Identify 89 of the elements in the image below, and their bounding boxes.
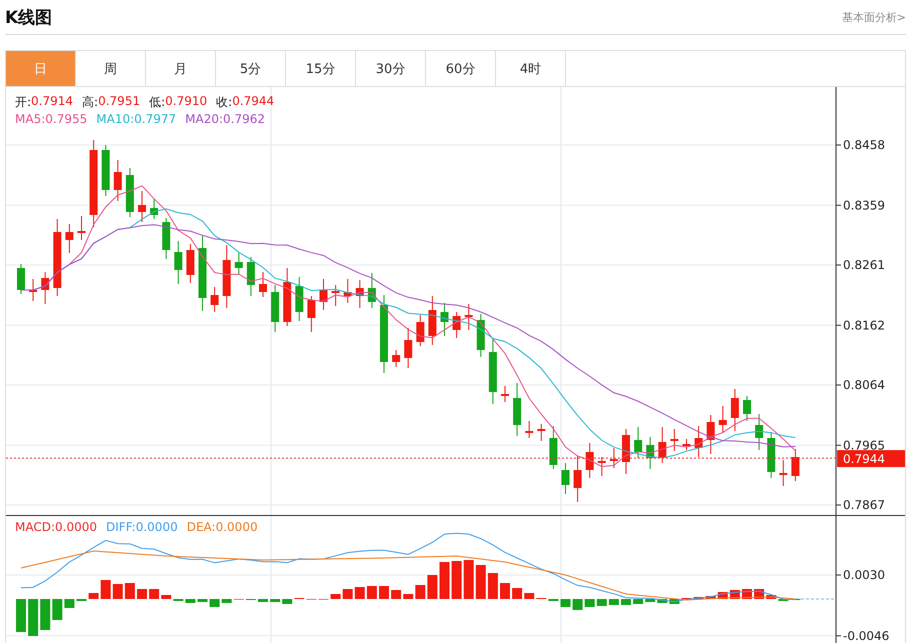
macd-bar: [124, 583, 135, 599]
price-tick-label: 0.7867: [843, 498, 885, 512]
macd-bar: [608, 599, 619, 605]
macd-bar: [476, 565, 486, 599]
price-tick-label: 0.8064: [843, 378, 885, 392]
tick-mark: [836, 144, 842, 146]
macd-bar: [669, 599, 680, 604]
price-tick-label: 0.7965: [843, 438, 885, 452]
macd-bar: [28, 599, 38, 636]
page-title: K线图: [5, 6, 52, 28]
price-tick-label: 0.8261: [843, 258, 885, 272]
legend-value: 0.7962: [223, 112, 265, 126]
macd-bar: [270, 599, 280, 602]
tick-mark: [836, 324, 842, 326]
macd-bar: [415, 585, 426, 599]
macd-bar: [112, 584, 123, 599]
legend-value: 0.0000: [136, 520, 178, 534]
macd-bar: [560, 599, 570, 607]
price-tick-label: 0.8458: [843, 138, 885, 152]
macd-bar: [282, 599, 292, 604]
legend-value: 0.7977: [134, 112, 176, 126]
macd-bar: [464, 560, 474, 599]
macd-bar: [210, 599, 220, 607]
legend-label: 高:: [82, 94, 98, 111]
legend-value: 0.7955: [45, 112, 88, 126]
macd-bar: [766, 595, 776, 599]
macd-bar: [427, 575, 438, 599]
macd-bar: [198, 599, 208, 602]
legend-label: MA5:: [15, 112, 46, 126]
legend-label: DEA:: [186, 520, 216, 534]
price-tick-label: 0.8359: [843, 198, 885, 212]
macd-bar: [379, 586, 389, 599]
macd-tick-label: -0.0046: [843, 628, 890, 643]
legend-value: 0.7944: [232, 94, 274, 110]
macd-bar: [137, 589, 147, 599]
macd-bar: [596, 599, 607, 606]
legend-label: 收:: [216, 94, 232, 111]
macd-bar: [633, 599, 644, 604]
macd-bar: [100, 580, 111, 599]
macd-bar: [391, 590, 402, 599]
macd-bar: [706, 596, 716, 599]
macd-bar: [88, 593, 99, 599]
macd-bar: [657, 599, 668, 603]
legend-value: 0.0000: [216, 520, 258, 534]
macd-bar: [40, 599, 50, 630]
macd-bar: [572, 599, 583, 610]
macd-bar: [330, 594, 341, 599]
macd-bar: [258, 599, 268, 602]
fundamental-analysis-link[interactable]: 基本面分析>: [842, 10, 906, 24]
macd-bar: [512, 588, 522, 599]
macd-bar: [52, 599, 62, 620]
legend-label: 开:: [15, 94, 32, 111]
macd-bar: [64, 599, 74, 608]
macd-tick-label: 0.0030: [843, 568, 885, 582]
current-price-tag: 0.7944: [837, 450, 905, 468]
macd-bar: [149, 589, 160, 599]
macd-bar: [584, 599, 595, 607]
macd-bar: [403, 594, 414, 599]
macd-bar: [500, 583, 510, 599]
macd-bar: [440, 562, 450, 599]
legend-label: MA10:: [96, 112, 134, 126]
tick-mark: [836, 504, 842, 506]
macd-bar: [452, 561, 462, 599]
macd-bar: [366, 586, 377, 599]
macd-bar: [621, 599, 631, 605]
legend-value: 0.0000: [55, 520, 98, 534]
macd-bar: [342, 589, 353, 599]
tick-mark: [836, 574, 842, 576]
tick-mark: [836, 635, 842, 636]
macd-bar: [354, 587, 365, 599]
macd-bar: [645, 599, 656, 602]
legend-label: DIFF:: [106, 520, 136, 534]
price-tick-label: 0.8162: [843, 318, 885, 332]
macd-bar: [16, 599, 26, 632]
macd-bar: [185, 599, 196, 603]
legend-label: MA20:: [185, 112, 223, 126]
tick-mark: [836, 444, 842, 446]
macd-bar: [222, 599, 232, 603]
legend-value: 0.7910: [165, 94, 208, 110]
legend-value: 0.7914: [31, 94, 74, 110]
macd-bar: [488, 573, 498, 599]
tick-mark: [836, 384, 842, 386]
legend-label: MACD:: [15, 520, 56, 534]
tick-mark: [836, 204, 842, 206]
legend-label: 低:: [149, 94, 166, 111]
tick-mark: [836, 264, 842, 266]
legend-value: 0.7951: [98, 94, 140, 110]
macd-bar: [161, 595, 172, 599]
macd-bar: [524, 593, 534, 599]
